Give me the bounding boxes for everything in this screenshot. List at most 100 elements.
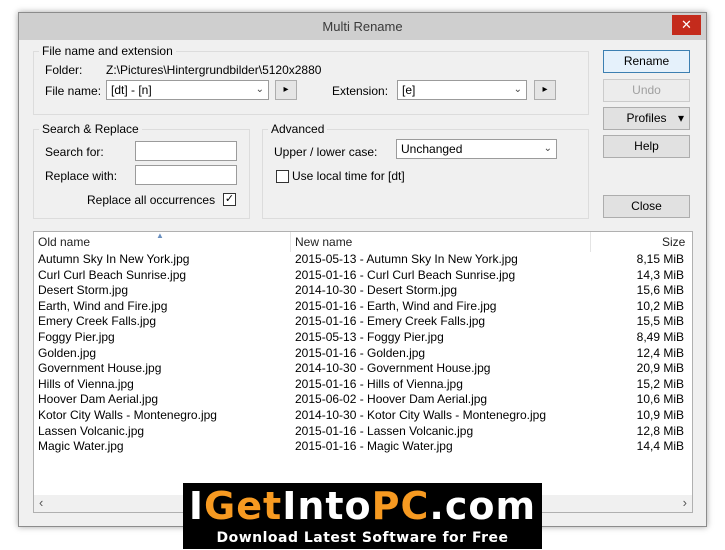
column-divider[interactable] [590, 232, 591, 252]
old-name-cell: Autumn Sky In New York.jpg [38, 252, 190, 266]
table-row[interactable]: Golden.jpg 2015-01-16 - Golden.jpg 12,4 Mi… [34, 345, 692, 362]
size-cell: 10,6 MiB [636, 392, 684, 407]
local-time-checkbox[interactable] [276, 170, 289, 183]
title-bar[interactable]: Multi Rename [19, 13, 706, 40]
scroll-left-icon[interactable]: ‹ [39, 495, 43, 511]
new-name-cell: 2015-01-16 - Earth, Wind and Fire.jpg [295, 298, 497, 313]
file-name-insert-button[interactable]: ▸ [275, 80, 297, 100]
column-size[interactable]: Size [662, 232, 685, 252]
old-name-cell: Foggy Pier.jpg [38, 329, 115, 344]
multi-rename-dialog: Multi Rename ✕ File name and extension F… [18, 12, 707, 527]
search-for-input[interactable] [135, 141, 237, 161]
old-name-cell: Emery Creek Falls.jpg [38, 314, 157, 329]
file-name-combo[interactable]: [dt] - [n] ⌄ [106, 80, 269, 100]
table-row[interactable]: Emery Creek Falls.jpg 2015-01-16 - Emery … [34, 314, 692, 330]
folder-label: Folder: [45, 63, 83, 77]
watermark-tagline: Download Latest Software for Free [216, 530, 509, 546]
old-name-cell: Golden.jpg [38, 345, 97, 360]
case-value: Unchanged [401, 142, 463, 156]
size-cell: 10,2 MiB [636, 298, 684, 313]
old-name-cell: Kotor City Walls - Montenegro.jpg [38, 407, 217, 422]
new-name-cell: 2015-06-02 - Hoover Dam Aerial.jpg [295, 392, 488, 407]
column-old-name[interactable]: Old name [38, 232, 90, 252]
checkmark-icon: ✓ [224, 193, 235, 205]
scroll-right-icon[interactable]: › [683, 495, 687, 511]
chevron-down-icon: ⌄ [513, 84, 522, 95]
file-list-rows: Autumn Sky In New York.jpg 2015-05-13 - A… [34, 252, 692, 455]
profiles-button[interactable]: Profiles ▾ [603, 107, 690, 130]
dropdown-arrow-icon: ▾ [677, 111, 684, 125]
size-cell: 15,5 MiB [636, 314, 684, 329]
column-divider[interactable] [290, 232, 291, 252]
new-name-cell: 2014-10-30 - Kotor City Walls - Monteneg… [295, 407, 547, 422]
size-cell: 12,8 MiB [636, 423, 684, 438]
table-row[interactable]: Hoover Dam Aerial.jpg 2015-06-02 - Hoover… [34, 392, 692, 408]
file-name-value: [dt] - [n] [111, 83, 152, 97]
size-cell: 8,15 MiB [636, 252, 684, 266]
close-window-button[interactable]: ✕ [672, 15, 701, 35]
size-cell: 15,2 MiB [636, 376, 684, 391]
file-list[interactable]: Old name ▲ New name Size Autumn Sky In N… [33, 231, 693, 513]
table-row[interactable]: Earth, Wind and Fire.jpg 2015-01-16 - Ear… [34, 298, 692, 315]
sort-ascending-icon: ▲ [156, 231, 164, 240]
size-cell: 12,4 MiB [636, 345, 684, 360]
size-cell: 10,9 MiB [636, 407, 684, 422]
local-time-label: Use local time for [dt] [292, 169, 405, 183]
old-name-cell: Hills of Vienna.jpg [38, 376, 134, 391]
watermark-banner: IGetIntoPC.com Download Latest Software … [183, 483, 542, 549]
triangle-right-icon: ▸ [283, 84, 289, 95]
table-row[interactable]: Government House.jpg 2014-10-30 - Governm… [34, 361, 692, 377]
table-row[interactable]: Autumn Sky In New York.jpg 2015-05-13 - A… [34, 252, 692, 268]
watermark-logo: IGetIntoPC.com [188, 484, 537, 528]
size-cell: 15,6 MiB [636, 283, 684, 298]
new-name-cell: 2015-01-16 - Hills of Vienna.jpg [295, 376, 463, 391]
table-row[interactable]: Kotor City Walls - Montenegro.jpg 2014-10… [34, 407, 692, 424]
extension-insert-button[interactable]: ▸ [534, 80, 556, 100]
new-name-cell: 2015-01-16 - Magic Water.jpg [295, 439, 453, 454]
case-label: Upper / lower case: [274, 145, 378, 159]
new-name-cell: 2014-10-30 - Desert Storm.jpg [295, 283, 458, 298]
table-row[interactable]: Foggy Pier.jpg 2015-05-13 - Foggy Pier.jp… [34, 329, 692, 346]
extension-label: Extension: [332, 84, 389, 98]
new-name-cell: 2015-01-16 - Golden.jpg [295, 345, 426, 360]
advanced-group-title: Advanced [268, 122, 328, 136]
table-row[interactable]: Hills of Vienna.jpg 2015-01-16 - Hills of… [34, 376, 692, 393]
extension-combo[interactable]: [e] ⌄ [397, 80, 527, 100]
old-name-cell: Curl Curl Beach Sunrise.jpg [38, 267, 187, 282]
table-row[interactable]: Magic Water.jpg 2015-01-16 - Magic Water.… [34, 439, 692, 455]
folder-path: Z:\Pictures\Hintergrundbilder\5120x2880 [106, 63, 322, 77]
old-name-cell: Lassen Volcanic.jpg [38, 423, 145, 438]
old-name-cell: Government House.jpg [38, 361, 162, 376]
column-new-name[interactable]: New name [295, 232, 352, 252]
case-select[interactable]: Unchanged ⌄ [396, 139, 557, 159]
old-name-cell: Earth, Wind and Fire.jpg [38, 298, 168, 313]
size-cell: 8,49 MiB [636, 329, 684, 344]
new-name-cell: 2014-10-30 - Government House.jpg [295, 361, 491, 376]
undo-button[interactable]: Undo [603, 79, 690, 102]
new-name-cell: 2015-01-16 - Lassen Volcanic.jpg [295, 423, 474, 438]
replace-all-checkbox[interactable]: ✓ [223, 193, 236, 206]
new-name-cell: 2015-01-16 - Emery Creek Falls.jpg [295, 314, 486, 329]
window-title: Multi Rename [322, 19, 403, 34]
old-name-cell: Magic Water.jpg [38, 439, 124, 454]
extension-value: [e] [402, 83, 416, 97]
rename-button[interactable]: Rename [603, 50, 690, 73]
triangle-right-icon: ▸ [542, 84, 548, 95]
replace-with-input[interactable] [135, 165, 237, 185]
file-name-group-title: File name and extension [39, 44, 176, 58]
size-cell: 20,9 MiB [636, 361, 684, 376]
new-name-cell: 2015-01-16 - Curl Curl Beach Sunrise.jpg [295, 267, 516, 282]
file-list-header: Old name ▲ New name Size [34, 231, 692, 252]
help-button[interactable]: Help [603, 135, 690, 158]
new-name-cell: 2015-05-13 - Foggy Pier.jpg [295, 329, 444, 344]
new-name-cell: 2015-05-13 - Autumn Sky In New York.jpg [295, 252, 518, 266]
replace-with-label: Replace with: [45, 169, 118, 183]
size-cell: 14,3 MiB [636, 267, 684, 282]
old-name-cell: Hoover Dam Aerial.jpg [38, 392, 159, 407]
table-row[interactable]: Desert Storm.jpg 2014-10-30 - Desert Stor… [34, 283, 692, 299]
close-button[interactable]: Close [603, 195, 690, 218]
table-row[interactable]: Curl Curl Beach Sunrise.jpg 2015-01-16 - … [34, 267, 692, 284]
chevron-down-icon: ⌄ [255, 84, 264, 95]
table-row[interactable]: Lassen Volcanic.jpg 2015-01-16 - Lassen V… [34, 423, 692, 440]
file-name-label: File name: [45, 84, 102, 98]
